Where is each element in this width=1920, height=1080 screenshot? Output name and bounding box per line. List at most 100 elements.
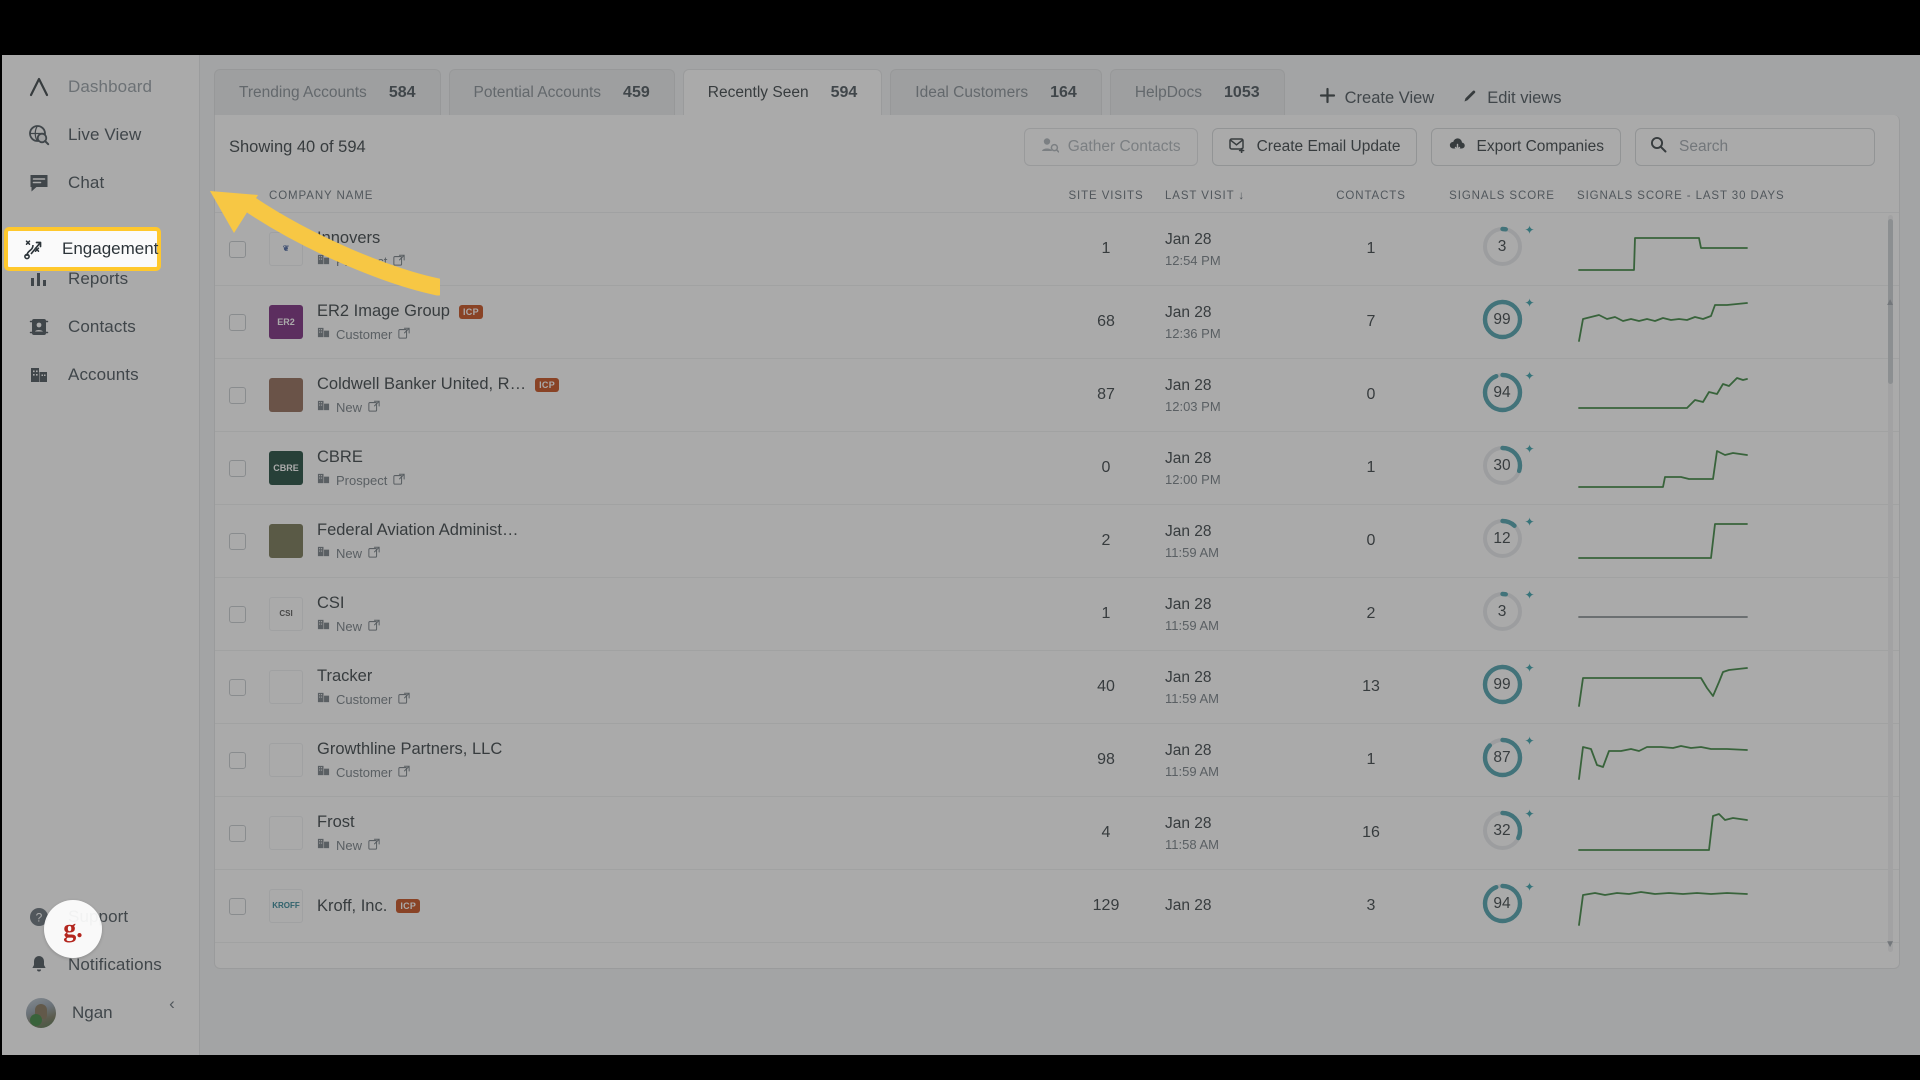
- create-email-update-button[interactable]: Create Email Update: [1211, 128, 1418, 166]
- tab-potential-accounts[interactable]: Potential Accounts 459: [448, 69, 675, 115]
- table-row[interactable]: ❦ Innovers Prospect 1 Jan 28 12:54 PM 1 3 ✦: [215, 213, 1899, 286]
- company-name-cell[interactable]: KROFF Kroff, Inc. ICP: [269, 889, 1047, 923]
- sidebar-item-notifications[interactable]: Notifications: [8, 941, 191, 989]
- company-name-label[interactable]: Federal Aviation Administ…: [317, 521, 518, 540]
- sidebar-item-dashboard[interactable]: Dashboard: [8, 63, 191, 111]
- company-status-label: New: [336, 837, 363, 853]
- export-companies-button[interactable]: Export Companies: [1431, 128, 1621, 166]
- last-visit-date: Jan 28: [1165, 595, 1212, 613]
- signals-score-ring: 30: [1481, 444, 1524, 487]
- edit-views-button[interactable]: Edit views: [1462, 88, 1561, 109]
- sidebar-item-label: Chat: [68, 173, 105, 192]
- company-name-cell[interactable]: Frost New: [269, 813, 1047, 853]
- scroll-down-arrow-icon[interactable]: ▼: [1885, 939, 1895, 950]
- company-name-label[interactable]: Coldwell Banker United, R…: [317, 375, 526, 394]
- row-checkbox[interactable]: [229, 459, 246, 477]
- table-row[interactable]: ER2 ER2 Image Group ICP Customer 68 Jan 28 12:…: [215, 286, 1899, 359]
- external-link-icon[interactable]: [368, 400, 380, 415]
- table-scrollbar[interactable]: [1888, 215, 1893, 952]
- company-name-cell[interactable]: ER2 ER2 Image Group ICP Customer: [269, 302, 1047, 342]
- row-checkbox[interactable]: [229, 532, 246, 550]
- company-name-label[interactable]: Kroff, Inc.: [317, 897, 387, 916]
- chat-bubble-icon: [26, 170, 52, 196]
- company-status-row: New: [317, 837, 380, 853]
- sparkline-chart: [1578, 302, 1748, 342]
- sparkline-chart: [1578, 667, 1748, 707]
- external-link-icon[interactable]: [398, 327, 411, 342]
- column-header-signals-score[interactable]: SIGNALS SCORE: [1427, 190, 1577, 202]
- row-checkbox[interactable]: [229, 605, 246, 623]
- column-header-signals-score-30-days[interactable]: SIGNALS SCORE - LAST 30 DAYS: [1577, 190, 1877, 202]
- company-name-cell[interactable]: Growthline Partners, LLC Customer: [269, 740, 1047, 780]
- last-visit-time: 12:03 PM: [1165, 398, 1221, 414]
- company-name-cell[interactable]: Coldwell Banker United, R… ICP New: [269, 375, 1047, 415]
- signals-sparkline-cell: [1577, 443, 1877, 493]
- external-link-icon[interactable]: [398, 692, 411, 707]
- external-link-icon[interactable]: [368, 619, 380, 634]
- row-checkbox[interactable]: [229, 386, 246, 404]
- company-name-cell[interactable]: Federal Aviation Administ… New: [269, 521, 1047, 561]
- table-row[interactable]: CBRE CBRE Prospect 0 Jan 28 12:00 PM 1 30 ✦: [215, 432, 1899, 505]
- tab-recently-seen[interactable]: Recently Seen 594: [682, 69, 883, 115]
- table-row[interactable]: Growthline Partners, LLC Customer 98 Jan 28…: [215, 724, 1899, 797]
- row-select-cell: [229, 678, 269, 696]
- create-view-button[interactable]: Create View: [1319, 87, 1434, 109]
- table-row[interactable]: Federal Aviation Administ… New 2 Jan 28 11:5…: [215, 505, 1899, 578]
- sidebar-collapse-button[interactable]: ‹: [159, 991, 185, 1017]
- tab-ideal-customers[interactable]: Ideal Customers 164: [890, 69, 1102, 115]
- table-row[interactable]: Frost New 4 Jan 28 11:58 AM 16 32 ✦: [215, 797, 1899, 870]
- company-name-cell[interactable]: CSI CSI New: [269, 594, 1047, 634]
- company-status-row: Prospect: [317, 472, 405, 488]
- company-name-label[interactable]: CBRE: [317, 448, 363, 467]
- row-select-cell: [229, 824, 269, 842]
- external-link-icon[interactable]: [368, 546, 380, 561]
- last-visit-cell: Jan 28 12:36 PM: [1165, 304, 1315, 341]
- tab-helpdocs[interactable]: HelpDocs 1053: [1109, 69, 1285, 115]
- search-box[interactable]: [1635, 128, 1875, 166]
- tab-label: Recently Seen: [707, 83, 809, 101]
- company-name-cell[interactable]: CBRE CBRE Prospect: [269, 448, 1047, 488]
- company-name-label[interactable]: Tracker: [317, 667, 372, 686]
- icp-badge: ICP: [535, 377, 559, 392]
- column-header-last-visit[interactable]: LAST VISIT ↓: [1165, 190, 1315, 202]
- company-name-cell[interactable]: Tracker Customer: [269, 667, 1047, 707]
- row-checkbox[interactable]: [229, 751, 246, 769]
- company-name-label[interactable]: Frost: [317, 813, 355, 832]
- sidebar-item-accounts[interactable]: Accounts: [8, 351, 191, 399]
- row-checkbox[interactable]: [229, 824, 246, 842]
- search-input[interactable]: [1679, 138, 1860, 156]
- company-name-label[interactable]: CSI: [317, 594, 345, 613]
- sidebar-item-contacts[interactable]: Contacts: [8, 303, 191, 351]
- signals-score-ring-wrap: 30 ✦: [1481, 442, 1535, 487]
- create-email-update-label: Create Email Update: [1256, 138, 1401, 155]
- last-visit-date: Jan 28: [1165, 376, 1212, 394]
- tab-trending-accounts[interactable]: Trending Accounts 584: [214, 69, 441, 115]
- column-header-site-visits[interactable]: SITE VISITS: [1047, 190, 1165, 202]
- company-name-text: ER2 Image Group ICP Customer: [317, 302, 483, 342]
- row-checkbox[interactable]: [229, 678, 246, 696]
- table-row[interactable]: Tracker Customer 40 Jan 28 11:59 AM 13 99 ✦: [215, 651, 1899, 724]
- column-header-contacts[interactable]: CONTACTS: [1315, 190, 1427, 202]
- table-row[interactable]: Coldwell Banker United, R… ICP New 87 Jan 28…: [215, 359, 1899, 432]
- sidebar-item-chat[interactable]: Chat: [8, 159, 191, 207]
- external-link-icon[interactable]: [398, 765, 411, 780]
- scroll-up-arrow-icon[interactable]: ▲: [1885, 297, 1895, 308]
- table-row[interactable]: KROFF Kroff, Inc. ICP 129 Jan 28 3 94 ✦: [215, 870, 1899, 943]
- signals-score-ring: 99: [1481, 298, 1524, 341]
- screen-root: Dashboard Live View Chat Reports Contact…: [0, 0, 1920, 1080]
- sidebar-item-engagement[interactable]: Engagement: [4, 227, 161, 271]
- sidebar-item-live-view[interactable]: Live View: [8, 111, 191, 159]
- signals-sparkline-cell: [1577, 735, 1877, 785]
- company-name-label[interactable]: Growthline Partners, LLC: [317, 740, 502, 759]
- company-status-row: New: [317, 399, 559, 415]
- signals-score-cell: 32 ✦: [1427, 807, 1577, 857]
- row-checkbox[interactable]: [229, 313, 246, 331]
- site-visits-cell: 1: [1101, 240, 1111, 257]
- external-link-icon[interactable]: [393, 473, 405, 488]
- external-link-icon[interactable]: [368, 838, 380, 853]
- table-row[interactable]: CSI CSI New 1 Jan 28 11:59 AM 2 3 ✦: [215, 578, 1899, 651]
- row-checkbox[interactable]: [229, 897, 246, 915]
- signals-score-ring: 12: [1481, 517, 1524, 560]
- company-name-label[interactable]: ER2 Image Group: [317, 302, 450, 321]
- gather-contacts-button[interactable]: Gather Contacts: [1023, 128, 1198, 166]
